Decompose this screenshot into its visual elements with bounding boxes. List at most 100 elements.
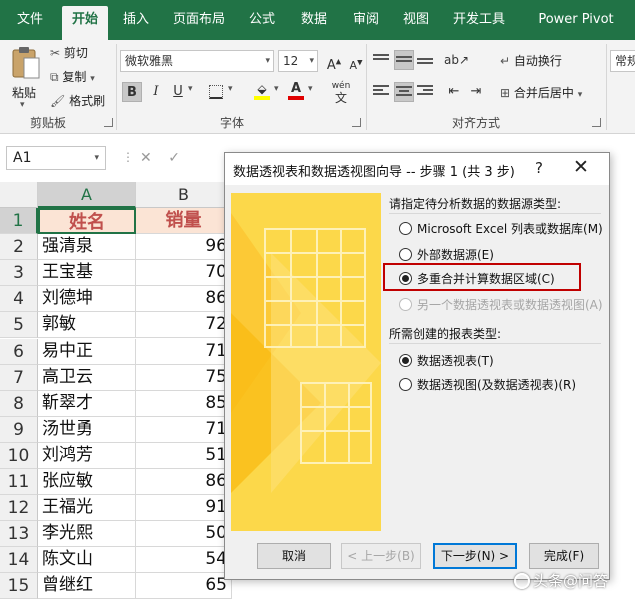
font-size-combo[interactable]: 12 ▾: [278, 50, 318, 72]
chevron-down-icon[interactable]: ▾: [188, 84, 193, 94]
row-header[interactable]: 2: [0, 234, 38, 261]
bold-button[interactable]: B: [122, 82, 142, 102]
number-format-combo[interactable]: 常规: [610, 50, 635, 72]
row-header[interactable]: 8: [0, 390, 38, 417]
row-header[interactable]: 12: [0, 495, 38, 522]
help-button[interactable]: ?: [535, 159, 543, 177]
tab-file[interactable]: 文件: [8, 6, 52, 40]
clipboard-launcher-icon[interactable]: [104, 118, 113, 127]
borders-button[interactable]: [206, 82, 226, 102]
cell-sales[interactable]: 86: [136, 469, 232, 496]
cancel-button[interactable]: 取消: [257, 543, 331, 569]
format-painter-button[interactable]: 🖌 格式刷: [50, 92, 105, 109]
cell-sales[interactable]: 51: [136, 442, 232, 469]
row-header[interactable]: 1: [0, 208, 38, 235]
font-color-button[interactable]: A: [286, 82, 306, 102]
column-header-a[interactable]: A: [38, 182, 136, 208]
align-middle-button[interactable]: [394, 50, 414, 70]
align-bottom-button[interactable]: [416, 50, 436, 70]
align-right-button[interactable]: [416, 82, 436, 102]
row-header[interactable]: 15: [0, 573, 38, 600]
increase-indent-button[interactable]: ⇥: [466, 82, 486, 102]
underline-button[interactable]: U: [168, 82, 188, 102]
select-all-corner[interactable]: [0, 182, 38, 208]
row-header[interactable]: 3: [0, 260, 38, 287]
column-header-b[interactable]: B: [136, 182, 232, 208]
radio-excel-list-indicator[interactable]: [399, 222, 412, 235]
cell-name[interactable]: 易中正: [38, 338, 136, 365]
chevron-down-icon[interactable]: ▾: [228, 84, 233, 94]
cut-button[interactable]: ✂ 剪切: [50, 44, 88, 61]
copy-button[interactable]: ⧉ 复制 ▾: [50, 68, 95, 85]
cell-sales[interactable]: 65: [136, 573, 232, 600]
font-launcher-icon[interactable]: [352, 118, 361, 127]
decrease-indent-button[interactable]: ⇤: [444, 82, 464, 102]
cell-name[interactable]: 靳翠才: [38, 390, 136, 417]
tab-insert[interactable]: 插入: [114, 6, 158, 40]
chevron-down-icon[interactable]: ▾: [274, 84, 279, 94]
tab-home[interactable]: 开始: [62, 6, 108, 40]
header-cell-sales[interactable]: 销量: [136, 208, 232, 235]
cell-sales[interactable]: 86: [136, 286, 232, 313]
cell-name[interactable]: 张应敏: [38, 469, 136, 496]
cell-sales[interactable]: 71: [136, 338, 232, 365]
row-header[interactable]: 7: [0, 364, 38, 391]
cell-name[interactable]: 李光熙: [38, 521, 136, 548]
cell-sales[interactable]: 72: [136, 312, 232, 339]
check-icon[interactable]: ✓: [168, 150, 180, 166]
grow-font-button[interactable]: A▲: [324, 52, 344, 73]
close-button[interactable]: ✕: [573, 156, 589, 178]
cell-name[interactable]: 曾继红: [38, 573, 136, 600]
radio-pivot-chart[interactable]: 数据透视图(及数据透视表)(R): [399, 375, 599, 395]
cell-name[interactable]: 高卫云: [38, 364, 136, 391]
paste-button[interactable]: 粘贴 ▾: [8, 46, 42, 110]
next-button[interactable]: 下一步(N) >: [433, 543, 517, 569]
radio-excel-list[interactable]: Microsoft Excel 列表或数据库(M): [399, 219, 603, 239]
radio-external-source-indicator[interactable]: [399, 248, 412, 261]
cell-sales[interactable]: 96: [136, 234, 232, 261]
tab-developer[interactable]: 开发工具: [446, 6, 512, 40]
radio-pivot-table[interactable]: 数据透视表(T): [399, 351, 599, 371]
cell-sales[interactable]: 71: [136, 416, 232, 443]
fill-color-button[interactable]: ⬙: [252, 82, 272, 102]
radio-pivot-chart-indicator[interactable]: [399, 378, 412, 391]
align-center-button[interactable]: [394, 82, 414, 102]
tab-review[interactable]: 审阅: [344, 6, 388, 40]
row-header[interactable]: 9: [0, 416, 38, 443]
tab-power-pivot[interactable]: Power Pivot: [522, 6, 630, 40]
cell-name[interactable]: 强清泉: [38, 234, 136, 261]
cell-sales[interactable]: 50: [136, 521, 232, 548]
row-header[interactable]: 13: [0, 521, 38, 548]
italic-button[interactable]: I: [146, 82, 166, 102]
alignment-launcher-icon[interactable]: [592, 118, 601, 127]
cell-name[interactable]: 汤世勇: [38, 416, 136, 443]
tab-view[interactable]: 视图: [396, 6, 436, 40]
cell-name[interactable]: 王福光: [38, 495, 136, 522]
radio-external-source[interactable]: 外部数据源(E): [399, 245, 599, 265]
cell-sales[interactable]: 70: [136, 260, 232, 287]
row-header[interactable]: 4: [0, 286, 38, 313]
cell-name[interactable]: 刘鸿芳: [38, 442, 136, 469]
cancel-icon[interactable]: ✕: [140, 150, 152, 166]
shrink-font-button[interactable]: A▼: [346, 52, 366, 72]
orientation-button[interactable]: ab↗: [444, 50, 469, 70]
tab-formulas[interactable]: 公式: [240, 6, 284, 40]
row-header[interactable]: 5: [0, 312, 38, 339]
align-left-button[interactable]: [372, 82, 392, 102]
tab-page-layout[interactable]: 页面布局: [168, 6, 230, 40]
cell-name[interactable]: 刘德坤: [38, 286, 136, 313]
cell-sales[interactable]: 75: [136, 364, 232, 391]
wrap-text-button[interactable]: ↵ 自动换行: [500, 52, 562, 69]
finish-button[interactable]: 完成(F): [529, 543, 599, 569]
header-cell-name[interactable]: 姓名: [38, 208, 136, 235]
row-header[interactable]: 14: [0, 547, 38, 574]
font-name-combo[interactable]: 微软雅黑 ▾: [120, 50, 274, 72]
chevron-down-icon[interactable]: ▾: [308, 84, 313, 94]
radio-pivot-table-indicator[interactable]: [399, 354, 412, 367]
cell-sales[interactable]: 85: [136, 390, 232, 417]
cell-sales[interactable]: 54: [136, 547, 232, 574]
tab-data[interactable]: 数据: [292, 6, 336, 40]
phonetic-button[interactable]: wén 文: [326, 80, 356, 104]
cell-sales[interactable]: 91: [136, 495, 232, 522]
row-header[interactable]: 6: [0, 338, 38, 365]
